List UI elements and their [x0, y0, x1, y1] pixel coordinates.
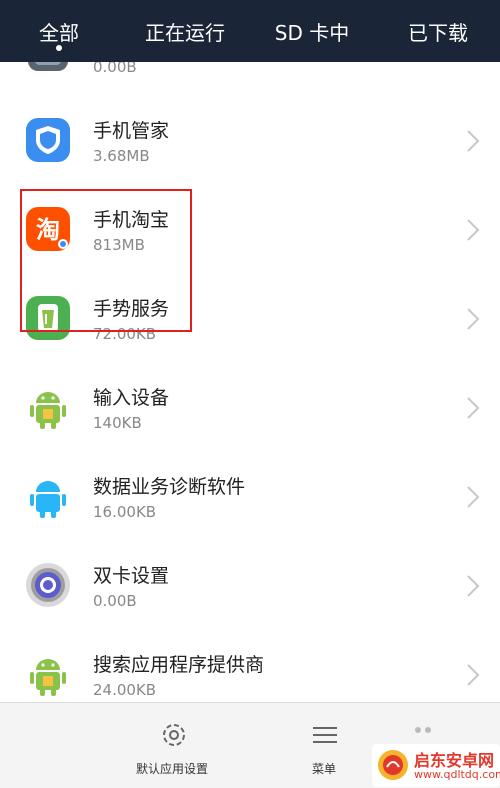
android-blue-icon — [30, 481, 66, 518]
app-name: 双卡设置 — [93, 565, 170, 587]
chevron-right-icon — [467, 219, 480, 241]
app-name: 数据业务诊断软件 — [93, 476, 246, 498]
chevron-right-icon — [467, 308, 480, 330]
tab-sd-card[interactable]: SD 卡中 — [262, 0, 362, 62]
active-tab-indicator — [56, 45, 62, 51]
taobao-icon: 淘 — [26, 207, 70, 251]
menu-label: 菜单 — [312, 762, 337, 776]
chevron-right-icon — [467, 664, 480, 686]
watermark: 启东安卓网 www.qdltdq.com — [372, 744, 500, 787]
app-size: 140KB — [93, 414, 142, 432]
app-size: 24.00KB — [93, 681, 157, 699]
menu-icon — [313, 727, 337, 743]
watermark-url: www.qdltdq.com — [414, 768, 500, 781]
gear-icon — [163, 724, 185, 746]
chevron-right-icon — [467, 486, 480, 508]
chevron-right-icon — [467, 130, 480, 152]
phone-manager-icon — [26, 118, 70, 162]
chevron-right-icon — [467, 397, 480, 419]
default-app-settings-label: 默认应用设置 — [136, 762, 209, 776]
app-row-input-device[interactable]: 输入设备 140KB — [0, 363, 500, 453]
android-icon — [30, 659, 66, 696]
svg-text:淘: 淘 — [36, 216, 60, 244]
gesture-service-icon — [26, 296, 70, 340]
app-row-dual-sim[interactable]: 双卡设置 0.00B — [0, 541, 500, 631]
tab-downloaded[interactable]: 已下载 — [395, 0, 481, 62]
tab-all[interactable]: 全部 — [20, 0, 98, 62]
app-size: 3.68MB — [93, 147, 150, 165]
app-name: 搜索应用程序提供商 — [93, 654, 265, 676]
app-row[interactable]: 0.00B — [0, 62, 500, 97]
default-app-settings-button[interactable]: 默认应用设置 — [130, 702, 220, 787]
app-list: 0.00B 手机管家 3.68MB 淘 手机淘宝 813MB 手势服务 72.0… — [0, 62, 500, 702]
dual-sim-icon — [26, 563, 70, 607]
app-row-gesture-service[interactable]: 手势服务 72.00KB — [0, 274, 500, 364]
tab-running[interactable]: 正在运行 — [133, 0, 237, 62]
more-icon[interactable] — [408, 718, 438, 742]
app-row-phone-manager[interactable]: 手机管家 3.68MB — [0, 96, 500, 186]
watermark-logo-icon — [378, 750, 408, 780]
app-row-search-provider[interactable]: 搜索应用程序提供商 24.00KB — [0, 630, 500, 702]
app-name: 手机淘宝 — [93, 209, 170, 231]
tab-bar: 全部 正在运行 SD 卡中 已下载 — [0, 0, 500, 62]
app-size: 16.00KB — [93, 503, 157, 521]
partial-app-icon — [28, 62, 68, 71]
chevron-right-icon — [467, 575, 480, 597]
app-size: 813MB — [93, 236, 145, 254]
app-name: 输入设备 — [93, 387, 170, 409]
menu-button[interactable]: 菜单 — [300, 702, 350, 787]
app-name: 手机管家 — [93, 120, 170, 142]
app-size: 0.00B — [93, 592, 137, 610]
app-row-taobao[interactable]: 淘 手机淘宝 813MB — [0, 185, 500, 275]
android-icon — [30, 392, 66, 429]
app-size: 0.00B — [93, 62, 137, 76]
app-row-data-diagnostics[interactable]: 数据业务诊断软件 16.00KB — [0, 452, 500, 542]
app-size: 72.00KB — [93, 325, 157, 343]
app-name: 手势服务 — [93, 298, 170, 320]
